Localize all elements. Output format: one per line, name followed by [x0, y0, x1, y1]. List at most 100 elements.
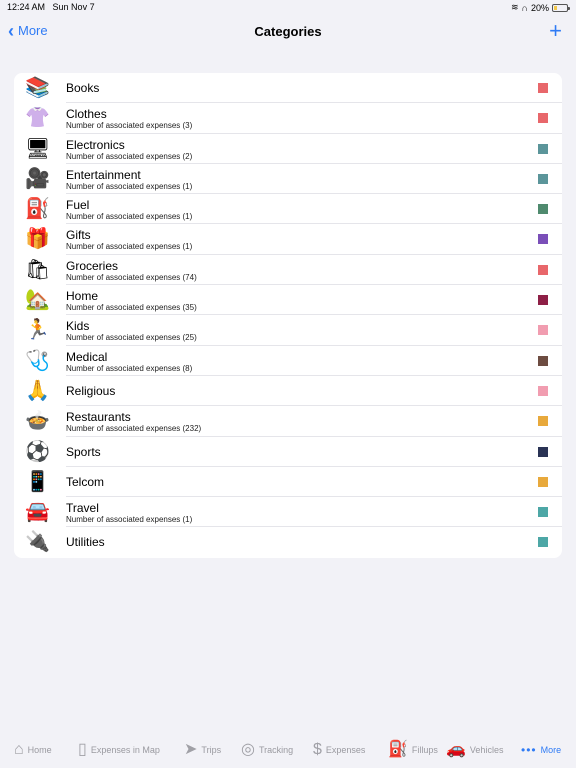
category-expense-count: Number of associated expenses (25) [66, 333, 197, 343]
category-name: Electronics [66, 137, 125, 152]
category-color-swatch [538, 325, 548, 336]
status-time: 12:24 AM Sun Nov 7 [7, 2, 95, 12]
tab-more[interactable]: ••• More [521, 742, 561, 758]
category-expense-count: Number of associated expenses (1) [66, 515, 193, 525]
category-color-swatch [538, 476, 548, 487]
category-row[interactable]: 🔌 Utilities [14, 527, 562, 557]
category-name: Utilities [66, 535, 105, 550]
category-name: Restaurants [66, 410, 131, 425]
category-name: Gifts [66, 228, 91, 243]
category-name: Groceries [66, 258, 119, 273]
category-color-swatch [538, 264, 548, 275]
category-emoji-icon: ⚽ [25, 440, 50, 463]
category-color-swatch [538, 416, 548, 427]
category-emoji-icon: 🚘 [25, 501, 50, 524]
location-arrow-icon: ◎ [241, 741, 255, 758]
category-color-swatch [538, 355, 548, 366]
fuel-pump-icon: ⛽ [388, 741, 408, 758]
category-row[interactable]: 🏡 Home Number of associated expenses (35) [14, 285, 562, 316]
category-name: Entertainment [66, 167, 141, 182]
category-row[interactable]: 🚘 Travel Number of associated expenses (1) [14, 497, 562, 528]
category-color-swatch [538, 83, 548, 93]
tab-home[interactable]: ⌂ Home [14, 742, 52, 758]
category-name: Travel [66, 501, 99, 516]
category-color-swatch [538, 295, 548, 306]
categories-list: 📚 Books 👚 Clothes Number of associated expen… [14, 73, 562, 558]
category-row[interactable]: ⛽ Fuel Number of associated expenses (1) [14, 194, 562, 225]
battery-percent: 20% [530, 2, 549, 13]
house-icon: ⌂ [14, 741, 24, 758]
category-row[interactable]: 🎥 Entertainment Number of associated expen… [14, 164, 562, 195]
tab-fillups[interactable]: ⛽ Fillups [388, 742, 438, 758]
category-expense-count: Number of associated expenses (8) [66, 363, 193, 373]
category-row[interactable]: 📚 Books [14, 73, 562, 104]
tab-label: Home [27, 745, 52, 755]
category-row[interactable]: 🎁 Gifts Number of associated expenses (1) [14, 224, 562, 255]
category-name: Home [66, 289, 99, 304]
category-name: Books [66, 81, 100, 95]
tab-label: More [540, 745, 562, 755]
category-emoji-icon: 🖥 [25, 137, 51, 160]
battery-icon [552, 3, 570, 12]
navigation-bar: ‹ More Categories + [0, 18, 576, 46]
category-color-swatch [538, 537, 548, 548]
category-color-swatch [538, 385, 548, 396]
tab-label: Tracking [258, 745, 294, 755]
category-expense-count: Number of associated expenses (2) [66, 151, 193, 161]
category-row[interactable]: 🛍 Groceries Number of associated expenses … [14, 255, 562, 286]
category-expense-count: Number of associated expenses (1) [66, 242, 193, 252]
dollar-circle-icon: $ [313, 741, 322, 758]
add-category-button[interactable]: + [549, 18, 562, 44]
category-name: Medical [66, 349, 108, 364]
category-row[interactable]: 🩺 Medical Number of associated expenses (8… [14, 346, 562, 376]
category-expense-count: Number of associated expenses (1) [66, 212, 193, 222]
category-name: Telcom [66, 474, 105, 489]
category-emoji-icon: 📱 [25, 470, 50, 493]
ellipsis-icon: ••• [521, 743, 537, 757]
car-icon: 🚗 [446, 741, 466, 758]
category-emoji-icon: 🎥 [25, 167, 50, 190]
tab-label: Expenses in Map [90, 745, 160, 755]
category-emoji-icon: ⛽ [25, 198, 50, 221]
category-color-swatch [538, 204, 548, 215]
headphones-icon: ∩ [521, 2, 528, 13]
category-expense-count: Number of associated expenses (232) [66, 424, 202, 434]
category-row[interactable]: 🏃 Kids Number of associated expenses (25) [14, 315, 562, 346]
tab-trips[interactable]: ➤ Trips [184, 742, 221, 758]
tab-label: Fillups [411, 745, 438, 755]
category-emoji-icon: 🙏 [25, 379, 50, 402]
category-name: Fuel [66, 198, 90, 213]
category-emoji-icon: 🍲 [25, 410, 50, 433]
category-expense-count: Number of associated expenses (3) [66, 121, 193, 131]
category-name: Clothes [66, 107, 107, 122]
tab-bar: ⌂ Home ▯ Expenses in Map ➤ Trips ◎ Tracking $ Exp… [0, 734, 576, 768]
category-row[interactable]: 👚 Clothes Number of associated expenses (3… [14, 103, 562, 134]
category-color-swatch [538, 507, 548, 518]
category-row[interactable]: ⚽ Sports [14, 437, 562, 467]
tab-expenses[interactable]: $ Expenses [313, 742, 365, 758]
category-emoji-icon: 🔌 [25, 531, 50, 554]
category-expense-count: Number of associated expenses (1) [66, 181, 193, 191]
wifi-icon: ≋ [510, 2, 519, 12]
tab-tracking[interactable]: ◎ Tracking [241, 742, 293, 758]
category-row[interactable]: 🍲 Restaurants Number of associated expense… [14, 406, 562, 437]
tab-label: Trips [201, 745, 222, 755]
category-name: Religious [66, 383, 116, 398]
category-row[interactable]: 🙏 Religious [14, 376, 562, 407]
tab-label: Expenses [325, 745, 366, 755]
status-indicators: ≋ ∩ 20% [510, 2, 570, 13]
category-emoji-icon: 🏡 [25, 289, 50, 312]
category-row[interactable]: 🖥 Electronics Number of associated expense… [14, 134, 562, 164]
tab-expenses-in-map[interactable]: ▯ Expenses in Map [78, 742, 160, 758]
paper-plane-icon: ➤ [184, 741, 198, 758]
category-emoji-icon: 👚 [25, 107, 50, 130]
category-color-swatch [538, 113, 548, 124]
category-row[interactable]: 📱 Telcom [14, 467, 562, 498]
category-name: Kids [66, 319, 90, 334]
map-icon: ▯ [78, 741, 87, 758]
category-color-swatch [538, 446, 548, 457]
tab-vehicles[interactable]: 🚗 Vehicles [446, 742, 503, 758]
category-emoji-icon: 🏃 [25, 319, 50, 342]
category-name: Sports [66, 444, 101, 459]
category-expense-count: Number of associated expenses (74) [66, 272, 197, 282]
